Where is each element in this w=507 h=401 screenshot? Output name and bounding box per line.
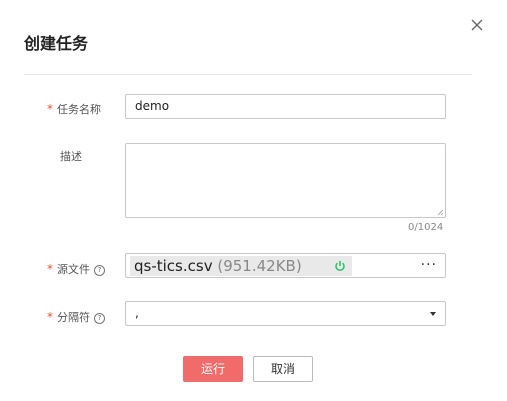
resize-handle-icon[interactable] [437, 209, 444, 216]
task-name-label: * 任务名称 [47, 102, 101, 117]
chevron-down-icon [430, 312, 436, 316]
close-icon[interactable] [470, 18, 484, 32]
dialog-title: 创建任务 [24, 34, 89, 53]
task-name-input[interactable]: demo [125, 94, 446, 119]
delimiter-select[interactable]: , [125, 301, 446, 326]
file-size: (951.42KB) [217, 257, 302, 275]
description-textarea[interactable] [125, 143, 446, 218]
source-file-input[interactable]: qs-tics.csv (951.42KB) ··· [125, 253, 446, 278]
file-name: qs-tics.csv (951.42KB) [134, 257, 302, 275]
more-options-button[interactable]: ··· [421, 257, 437, 273]
title-divider [24, 74, 472, 75]
cancel-button[interactable]: 取消 [253, 356, 313, 382]
power-icon [335, 261, 345, 272]
source-file-label: * 源文件? [47, 262, 105, 277]
help-circle-icon[interactable]: ? [94, 265, 105, 276]
delimiter-value: , [135, 306, 139, 320]
task-name-label-text: 任务名称 [57, 103, 101, 116]
description-label: 描述 [60, 150, 82, 163]
task-name-value: demo [135, 99, 170, 113]
required-mark: * [47, 310, 53, 324]
delimiter-label-text: 分隔符 [57, 311, 90, 324]
required-mark: * [47, 262, 53, 276]
file-chip: qs-tics.csv (951.42KB) [130, 256, 352, 276]
source-file-label-text: 源文件 [57, 263, 90, 276]
required-mark: * [47, 102, 53, 116]
file-name-text: qs-tics.csv [134, 257, 213, 275]
description-counter: 0/1024 [408, 222, 444, 233]
run-button[interactable]: 运行 [183, 356, 243, 382]
delimiter-label: * 分隔符? [47, 310, 105, 325]
help-circle-icon[interactable]: ? [94, 313, 105, 324]
